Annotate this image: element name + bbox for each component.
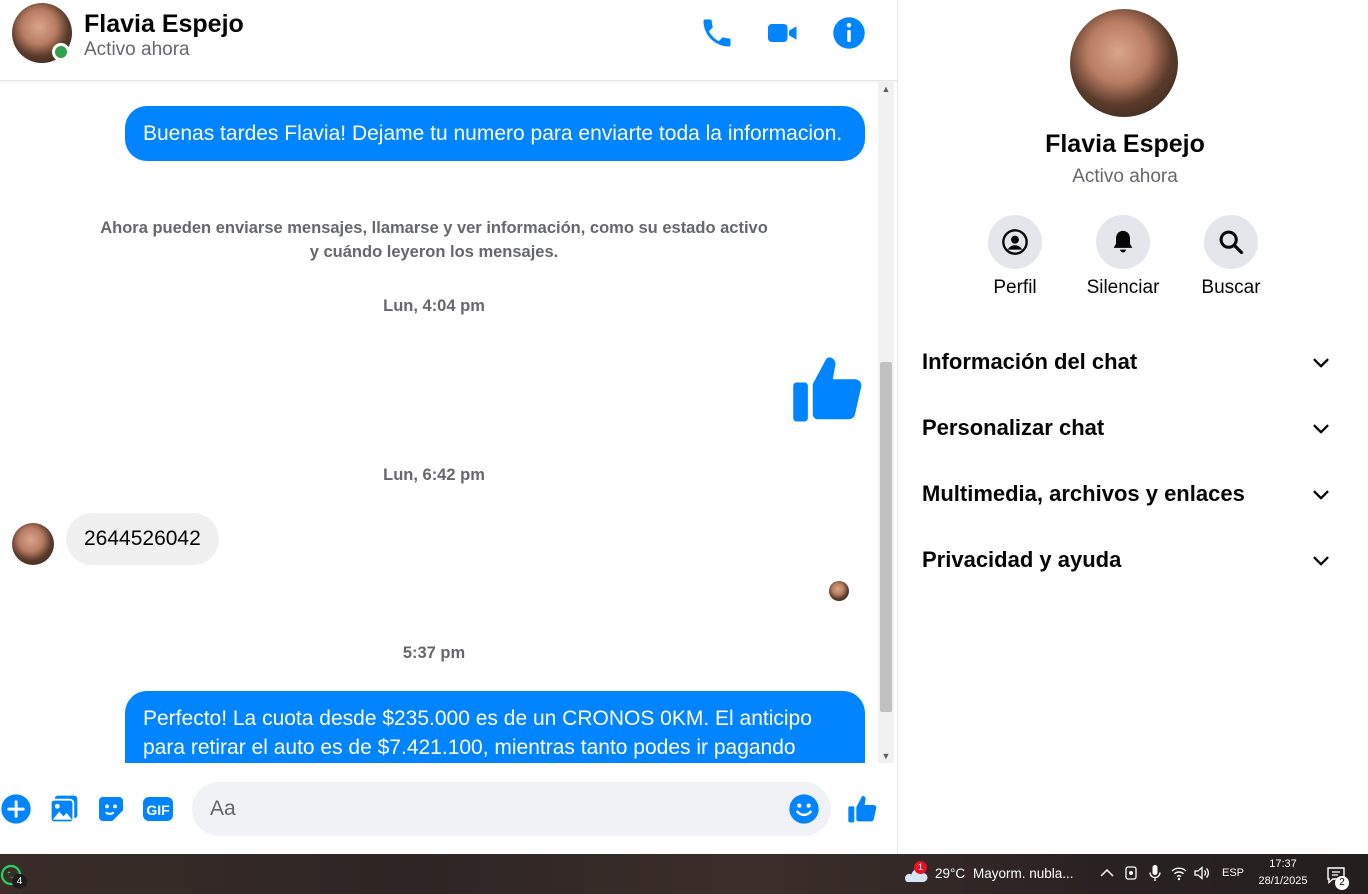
section-customize-chat[interactable]: Personalizar chat	[922, 408, 1332, 448]
section-title: Privacidad y ayuda	[922, 547, 1122, 572]
message-outgoing[interactable]: Perfecto! La cuota desde $235.000 es de …	[125, 691, 865, 763]
thumbs-up-icon[interactable]	[790, 350, 868, 428]
weather-text[interactable]: Mayorm. nubla...	[973, 866, 1074, 881]
info-icon[interactable]	[831, 15, 867, 51]
search-label: Buscar	[1201, 277, 1261, 298]
connection-info-text: Ahora pueden enviarse mensajes, llamarse…	[100, 219, 768, 261]
chat-pane: Flavia Espejo Activo ahora Buenas tardes…	[0, 0, 897, 854]
bell-icon	[1096, 215, 1150, 269]
scroll-up-arrow-icon[interactable]: ▲	[878, 82, 894, 96]
gif-icon[interactable]: GIF	[142, 793, 174, 825]
page-scrollbar[interactable]	[1351, 0, 1368, 854]
video-camera-icon[interactable]	[765, 15, 801, 51]
camera-tray-icon[interactable]	[1122, 864, 1140, 882]
weather-badge: 1	[914, 861, 927, 874]
message-list[interactable]: Buenas tardes Flavia! Dejame tu numero p…	[0, 82, 878, 763]
message-timestamp: Lun, 4:04 pm	[383, 297, 485, 315]
phone-icon[interactable]	[699, 15, 735, 51]
chevron-down-icon	[1313, 556, 1329, 566]
section-media-files-links[interactable]: Multimedia, archivos y enlaces	[922, 474, 1332, 514]
chat-header: Flavia Espejo Activo ahora	[0, 0, 897, 81]
wifi-icon[interactable]	[1170, 864, 1188, 882]
chevron-up-icon[interactable]	[1098, 864, 1116, 882]
section-privacy-help[interactable]: Privacidad y ayuda	[922, 540, 1332, 580]
contact-status: Activo ahora	[84, 39, 190, 60]
section-chat-info[interactable]: Información del chat	[922, 342, 1332, 382]
contact-name[interactable]: Flavia Espejo	[84, 10, 244, 39]
message-input[interactable]	[192, 782, 772, 836]
gif-label: GIF	[146, 802, 170, 818]
clock-time[interactable]: 17:37	[1252, 858, 1314, 870]
plus-circle-icon[interactable]	[0, 793, 32, 825]
section-title: Multimedia, archivos y enlaces	[922, 481, 1245, 506]
contact-status: Activo ahora	[1072, 166, 1178, 187]
message-outgoing[interactable]: Buenas tardes Flavia! Dejame tu numero p…	[125, 106, 865, 161]
sticker-icon[interactable]	[95, 793, 127, 825]
emoji-icon[interactable]	[788, 793, 820, 825]
chevron-down-icon	[1313, 490, 1329, 500]
temperature-text[interactable]: 29°C	[935, 866, 965, 881]
chevron-down-icon	[1313, 358, 1329, 368]
mute-button[interactable]: Silenciar	[1078, 215, 1168, 299]
message-timestamp: 5:37 pm	[402, 644, 466, 662]
profile-button[interactable]: Perfil	[970, 215, 1060, 299]
notification-badge: 2	[1335, 876, 1349, 890]
seen-receipt-avatar	[829, 581, 849, 601]
microphone-icon[interactable]	[1146, 864, 1164, 882]
app-badge: 4	[12, 874, 27, 889]
section-title: Información del chat	[922, 349, 1138, 374]
contact-name: Flavia Espejo	[1045, 130, 1205, 158]
section-title: Personalizar chat	[922, 415, 1105, 440]
speaker-icon[interactable]	[1193, 864, 1211, 882]
profile-icon	[988, 215, 1042, 269]
message-timestamp: Lun, 6:42 pm	[383, 466, 485, 484]
message-scrollbar[interactable]: ▲ ▼	[878, 82, 894, 763]
clock-date[interactable]: 28/1/2025	[1252, 875, 1314, 887]
whatsapp-icon[interactable]: 4	[0, 862, 27, 889]
contact-avatar-large[interactable]	[1070, 9, 1178, 117]
message-composer: GIF	[0, 763, 897, 854]
language-indicator[interactable]: ESP	[1218, 867, 1248, 879]
online-indicator	[52, 43, 70, 61]
message-incoming[interactable]: 2644526042	[66, 513, 219, 565]
image-icon[interactable]	[48, 793, 80, 825]
search-icon	[1204, 215, 1258, 269]
search-button[interactable]: Buscar	[1186, 215, 1276, 299]
profile-label: Perfil	[993, 277, 1037, 298]
contact-avatar-small[interactable]	[12, 523, 54, 565]
mute-label: Silenciar	[1086, 277, 1160, 298]
scroll-down-arrow-icon[interactable]: ▼	[878, 749, 894, 763]
chevron-down-icon	[1313, 424, 1329, 434]
message-input-wrap	[192, 782, 831, 836]
chat-details-panel: Flavia Espejo Activo ahora Perfil Silenc…	[897, 0, 1351, 854]
scroll-thumb[interactable]	[880, 362, 892, 712]
thumbs-up-icon[interactable]	[847, 793, 879, 825]
windows-taskbar: 4 1 29°C Mayorm. nubla... ESP 17:37 28/1…	[0, 854, 1368, 894]
